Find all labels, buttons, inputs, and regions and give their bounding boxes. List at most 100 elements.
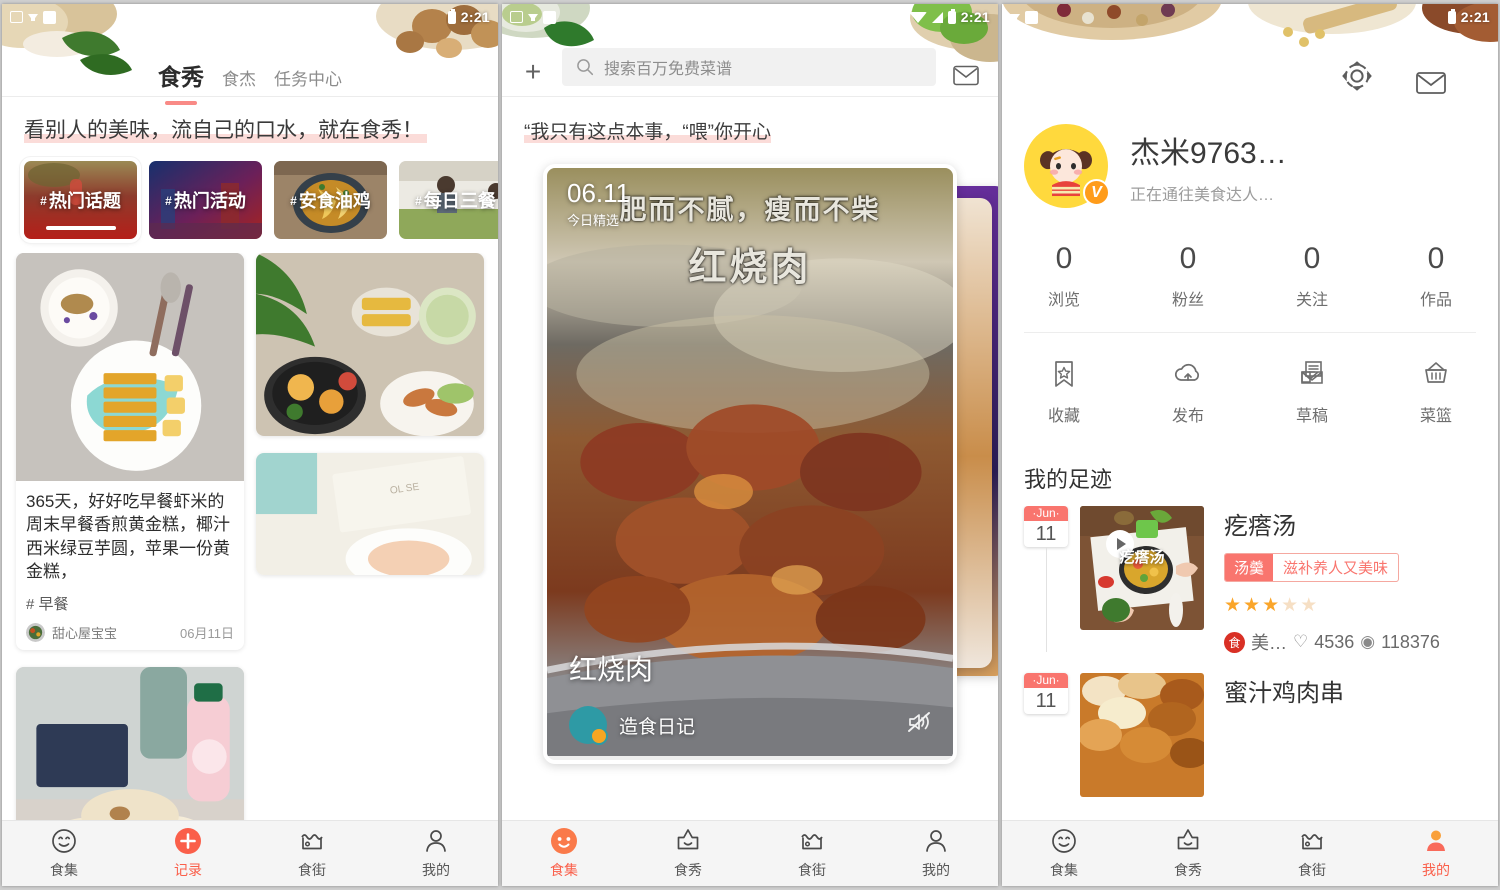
tabbar-item-shiji[interactable]: 食集 <box>1002 827 1126 880</box>
plus-circle-icon <box>175 828 201 854</box>
action-publish[interactable]: 发布 <box>1126 359 1250 426</box>
action-favorites[interactable]: 收藏 <box>1002 359 1126 426</box>
feed-card[interactable]: 牛肉肠搭配贝果，咸口的也不错哈 # 晚餐 soshaw <box>16 666 244 820</box>
tabbar-item-mine[interactable]: 我的 <box>874 827 998 880</box>
avatar <box>26 622 45 642</box>
avatar[interactable]: V <box>1024 124 1110 208</box>
tabbar-label: 食街 <box>798 862 826 878</box>
topic-1-underline <box>45 226 116 230</box>
recipe-card-footer: 红烧肉 造食日记 <box>547 640 953 760</box>
topic-card-daily-meals[interactable]: # 每日三餐 <box>399 161 498 239</box>
mail-icon <box>953 65 979 86</box>
topic-card-hot-activity[interactable]: # 热门活动 <box>149 161 262 239</box>
topic-card-anshi-chicken[interactable]: # 安食油鸡 <box>274 161 387 239</box>
image-icon <box>510 11 523 23</box>
tab-shijie[interactable]: 食杰 <box>222 65 256 90</box>
footprint-thumbnail[interactable]: 疙瘩汤 <box>1080 506 1204 630</box>
tabbar-label: 我的 <box>422 862 450 878</box>
tabbar-item-shijie[interactable]: 食街 <box>1250 827 1374 880</box>
topic-carousel[interactable]: # 热门话题 # 热门活动 # 安食油鸡 # 每日三餐 <box>2 144 498 253</box>
profile-bio: 正在通往美食达人… <box>1130 186 1275 204</box>
feed-card-username[interactable]: 甜心屋宝宝 <box>52 623 180 642</box>
search-input[interactable]: 搜索百万免费菜谱 <box>562 48 936 86</box>
right-tabbar[interactable]: 食集 食秀 食街 我的 <box>1002 820 1498 886</box>
download-icon <box>528 13 538 21</box>
shop-icon <box>301 834 323 850</box>
search-icon <box>577 59 594 76</box>
feed-card-tag[interactable]: # 早餐 <box>26 593 69 614</box>
stat-fans[interactable]: 0 粉丝 <box>1126 242 1250 310</box>
phone-left-shixiu: 2:21 食秀 食杰 任务中心 看别人的美味，流自己的口水，就在食秀！ # 热门… <box>2 4 498 886</box>
topic-card-hot-topic[interactable]: # 热门话题 <box>20 157 141 243</box>
middle-quote: “我只有这点本事，“喂”你开心 <box>524 117 771 144</box>
profile-action-row[interactable]: 收藏 发布 草稿 菜篮 <box>1002 333 1498 454</box>
feed-card[interactable] <box>256 253 484 437</box>
stat-works[interactable]: 0 作品 <box>1374 242 1498 310</box>
middle-tabbar[interactable]: 食集 食秀 食街 我的 <box>502 820 998 886</box>
stat-value: 0 <box>1427 242 1445 275</box>
footprints-list[interactable]: ·Jun· 11 疙瘩汤 疙瘩汤 汤羹 滋补养人又美味 ★★★★★ 食 美… ♡… <box>1002 506 1498 820</box>
left-tabbar[interactable]: 食集 记录 食街 我的 <box>2 820 498 886</box>
tabbar-item-shijie[interactable]: 食街 <box>250 827 374 880</box>
settings-button[interactable] <box>1338 57 1376 100</box>
tag-secondary: 滋补养人又美味 <box>1283 560 1389 577</box>
star-face-icon <box>677 829 699 850</box>
tabbar-item-shiji[interactable]: 食集 <box>2 827 126 880</box>
footprint-thumbnail[interactable] <box>1080 673 1204 797</box>
feed-card[interactable]: 365天，好好吃早餐虾米的周末早餐香煎黄金糕，椰汁西米绿豆芋圆，苹果一份黄金糕，… <box>16 253 244 650</box>
star-filled: ★ <box>1243 595 1263 616</box>
tabbar-label: 记录 <box>174 862 202 878</box>
recipe-channel-row[interactable]: 造食日记 <box>569 706 931 745</box>
stat-label: 粉丝 <box>1171 292 1204 309</box>
footprint-author: 美… <box>1251 633 1287 653</box>
date-month: ·Jun· <box>1024 673 1068 688</box>
middle-status-bar: 2:21 <box>502 4 998 30</box>
mail-button[interactable] <box>948 65 984 86</box>
cloud-upload-icon <box>1174 363 1200 381</box>
tabbar-item-record[interactable]: 记录 <box>126 827 250 880</box>
stat-views[interactable]: 0 浏览 <box>1002 242 1126 310</box>
tabbar-item-mine[interactable]: 我的 <box>374 827 498 880</box>
tab-task-center[interactable]: 任务中心 <box>274 65 342 90</box>
tabbar-item-shiji[interactable]: 食集 <box>502 827 626 880</box>
smiley-icon <box>1052 829 1076 853</box>
basket-icon <box>1425 362 1447 383</box>
tabbar-item-mine[interactable]: 我的 <box>1374 827 1498 880</box>
recipe-date: 06.11 <box>567 178 631 208</box>
recipe-card-featured[interactable]: 06.11 今日精选 肥而不腻，瘦而不柴 红烧肉 红烧肉 造食日记 <box>543 164 957 764</box>
stat-value: 0 <box>1179 242 1197 275</box>
footprint-likes: 4536 <box>1314 631 1355 652</box>
verified-badge: V <box>1083 179 1110 206</box>
middle-status-left-icons <box>510 10 556 24</box>
action-basket[interactable]: 菜篮 <box>1374 359 1498 426</box>
feed-card-title: 365天，好好吃早餐虾米的周末早餐香煎黄金糕，椰汁西米绿豆芋圆，苹果一份黄金糕， <box>26 492 230 582</box>
date-badge-box: ·Jun· 11 <box>1024 506 1068 547</box>
mute-icon[interactable] <box>907 711 931 739</box>
location-icon <box>894 11 904 23</box>
draft-envelope-icon <box>1301 361 1323 384</box>
heart-icon: ♡ <box>1293 632 1309 651</box>
bookmark-star-icon <box>1055 361 1073 387</box>
feed-card[interactable]: OL SE <box>256 453 484 576</box>
profile-header[interactable]: V 杰米9763… 正在通往美食达人… <box>1002 114 1498 208</box>
add-button[interactable]: + <box>516 58 550 86</box>
action-drafts[interactable]: 草稿 <box>1250 359 1374 426</box>
tag-text: # 早餐 <box>26 595 69 613</box>
left-feed-grid[interactable]: 365天，好好吃早餐虾米的周末早餐香煎黄金糕，椰汁西米绿豆芋圆，苹果一份黄金糕，… <box>2 253 498 820</box>
tabbar-item-shijie[interactable]: 食街 <box>750 827 874 880</box>
recipe-card-stack[interactable]: 06.11 今日精选 肥而不腻，瘦而不柴 红烧肉 红烧肉 造食日记 <box>502 164 998 820</box>
tabbar-item-shixiu[interactable]: 食秀 <box>626 827 750 880</box>
tab-shixiu[interactable]: 食秀 <box>158 58 204 105</box>
footprint-tags[interactable]: 汤羹 滋补养人又美味 <box>1224 553 1400 582</box>
mail-button[interactable] <box>1416 71 1446 100</box>
stat-label: 浏览 <box>1047 292 1080 309</box>
tabbar-label: 食集 <box>550 862 578 878</box>
list-item[interactable]: ·Jun· 11 <box>1024 506 1498 673</box>
recipe-overlay-line2: 红烧肉 <box>688 247 812 289</box>
list-item[interactable]: ·Jun· 11 <box>1024 673 1498 815</box>
phone-right-profile: 2:21 V 杰米9763… 正在通往美食达人… 0 浏览 0 粉丝 0 关注 … <box>1002 4 1498 886</box>
left-status-bar: 2:21 <box>2 4 498 30</box>
tabbar-item-shixiu[interactable]: 食秀 <box>1126 827 1250 880</box>
action-label: 菜篮 <box>1419 408 1452 425</box>
stat-following[interactable]: 0 关注 <box>1250 242 1374 310</box>
